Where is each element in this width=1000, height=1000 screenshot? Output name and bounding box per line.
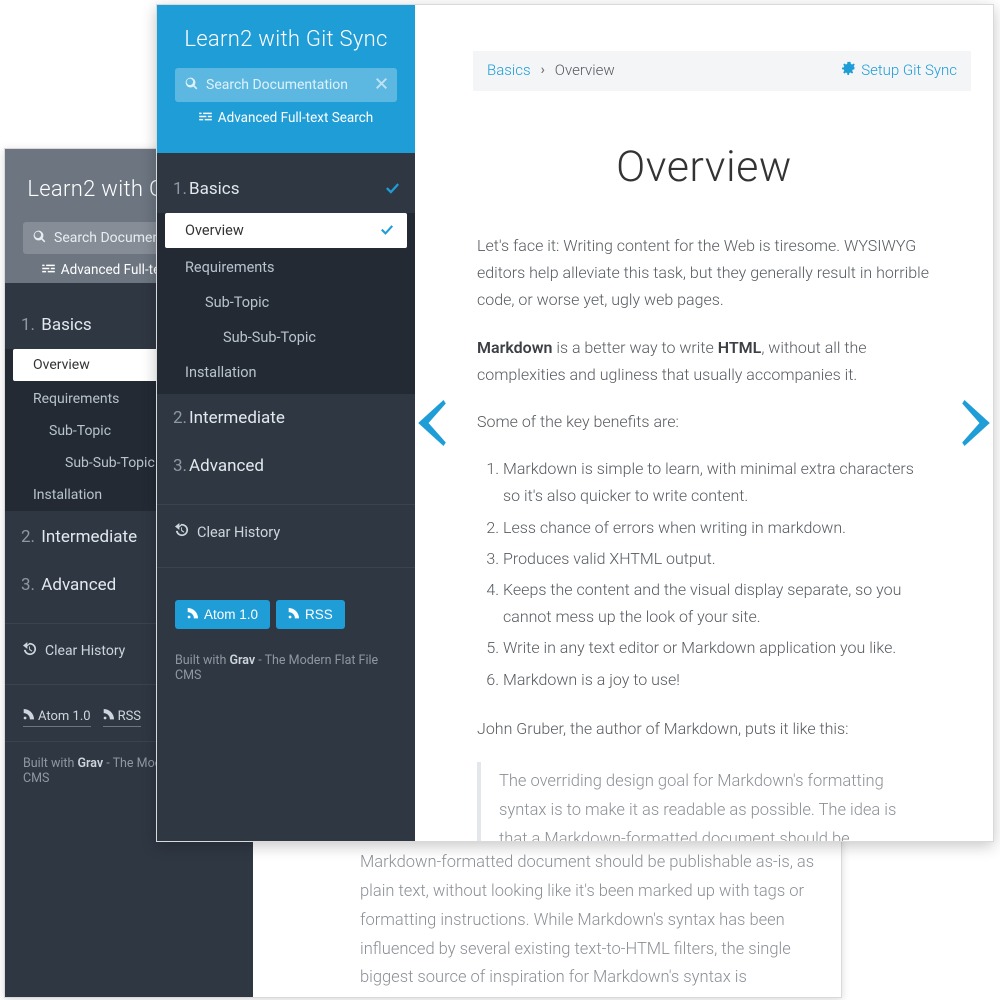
quote-text-back: is to make it as readable as possible. T… bbox=[360, 820, 820, 993]
feed-rss-button[interactable]: RSS bbox=[276, 600, 345, 629]
paragraph: Some of the key benefits are: bbox=[477, 408, 931, 435]
nav-subnav-basics: Overview Requirements Sub-Topic Sub-Sub-… bbox=[157, 213, 415, 394]
list-item: Produces valid XHTML output. bbox=[503, 545, 931, 572]
feeds: Atom 1.0 RSS bbox=[157, 582, 415, 643]
article-body: Let's face it: Writing content for the W… bbox=[415, 232, 993, 841]
list-item: Less chance of errors when writing in ma… bbox=[503, 514, 931, 541]
benefits-list: Markdown is simple to learn, with minima… bbox=[503, 455, 931, 693]
page-title: Overview bbox=[415, 131, 993, 204]
list-item: Keeps the content and the visual display… bbox=[503, 576, 931, 630]
divider bbox=[157, 504, 415, 505]
git-sync-link[interactable]: Setup Git Sync bbox=[842, 58, 957, 84]
foreground-window: Learn2 with Git Sync Search Documentatio… bbox=[156, 4, 994, 842]
paragraph: Let's face it: Writing content for the W… bbox=[477, 232, 931, 314]
list-item: Markdown is simple to learn, with minima… bbox=[503, 455, 931, 509]
history-icon bbox=[23, 642, 37, 660]
check-icon bbox=[386, 179, 399, 199]
rss-icon bbox=[23, 709, 34, 724]
paragraph: John Gruber, the author of Markdown, put… bbox=[477, 715, 931, 742]
clear-history-link[interactable]: Clear History bbox=[157, 519, 415, 553]
breadcrumb-root[interactable]: Basics bbox=[487, 58, 531, 84]
rss-icon bbox=[288, 607, 299, 622]
search-icon bbox=[185, 77, 198, 94]
check-icon bbox=[381, 222, 393, 239]
brand-title[interactable]: Learn2 with Git Sync bbox=[157, 27, 415, 52]
topbar: Basics › Overview Setup Git Sync bbox=[473, 51, 971, 91]
content: Basics › Overview Setup Git Sync Overvie… bbox=[415, 5, 993, 841]
nav-item-overview[interactable]: Overview bbox=[165, 213, 407, 248]
sliders-icon bbox=[199, 110, 212, 126]
nav-item-subsubtopic[interactable]: Sub-Sub-Topic bbox=[157, 320, 415, 355]
nav-cat-advanced[interactable]: 3. Advanced bbox=[157, 442, 415, 490]
advanced-search-link[interactable]: Advanced Full-text Search bbox=[157, 110, 415, 138]
clear-search-icon[interactable] bbox=[376, 77, 387, 93]
gear-icon bbox=[842, 58, 856, 84]
next-page-arrow[interactable] bbox=[961, 400, 991, 446]
rss-icon bbox=[187, 607, 198, 622]
blockquote: The overriding design goal for Markdown'… bbox=[477, 762, 931, 841]
built-with: Built with Grav - The Modern Flat File C… bbox=[157, 643, 415, 693]
nav-item-subtopic[interactable]: Sub-Topic bbox=[157, 285, 415, 320]
nav-item-requirements[interactable]: Requirements bbox=[157, 250, 415, 285]
nav-item-installation[interactable]: Installation bbox=[157, 355, 415, 390]
sidebar-header: Learn2 with Git Sync Search Documentatio… bbox=[157, 5, 415, 153]
list-item: Markdown is a joy to use! bbox=[503, 666, 931, 693]
search-placeholder: Search Documentation bbox=[206, 77, 348, 93]
nav-cat-intermediate[interactable]: 2. Intermediate bbox=[157, 394, 415, 442]
breadcrumb-separator: › bbox=[541, 59, 545, 83]
nav: 1. Basics Overview Requirements Sub-Topi… bbox=[157, 153, 415, 490]
search-icon bbox=[33, 230, 46, 247]
rss-icon bbox=[103, 709, 114, 724]
sidebar: Learn2 with Git Sync Search Documentatio… bbox=[157, 5, 415, 841]
prev-page-arrow[interactable] bbox=[417, 400, 447, 446]
divider bbox=[157, 567, 415, 568]
nav-cat-basics[interactable]: 1. Basics bbox=[157, 165, 415, 213]
history-icon bbox=[175, 523, 189, 541]
feed-atom-button[interactable]: Atom 1.0 bbox=[175, 600, 270, 629]
list-item: Write in any text editor or Markdown app… bbox=[503, 634, 931, 661]
feed-rss[interactable]: RSS bbox=[103, 709, 141, 727]
breadcrumb-current: Overview bbox=[555, 58, 615, 84]
paragraph: Markdown is a better way to write HTML, … bbox=[477, 334, 931, 388]
search-input[interactable]: Search Documentation bbox=[175, 68, 397, 102]
sliders-icon bbox=[42, 262, 55, 278]
feed-atom[interactable]: Atom 1.0 bbox=[23, 709, 91, 727]
